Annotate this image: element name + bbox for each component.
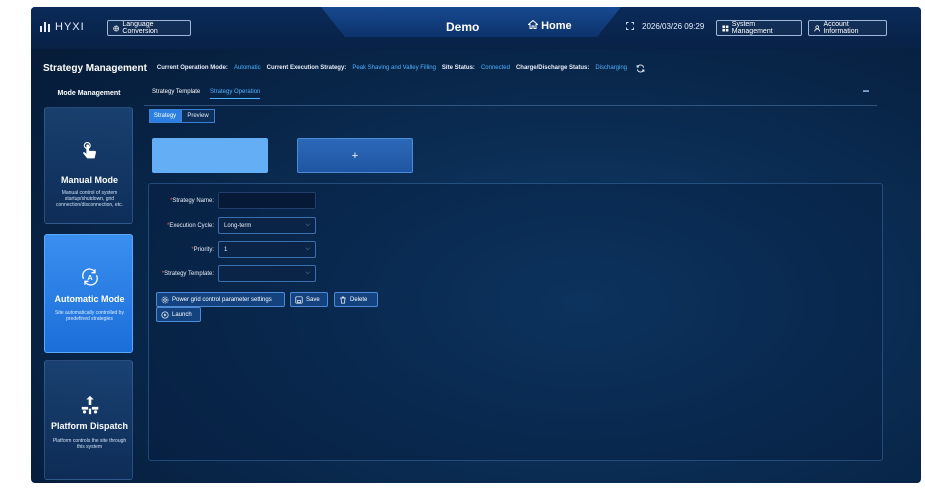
chevron-down-icon: ⌵ (305, 222, 310, 228)
datetime-display: 2026/03/26 09:29 (626, 22, 704, 31)
strategy-name-label-text: Strategy Name: (172, 197, 214, 204)
home-link[interactable]: Home (528, 20, 572, 32)
strategy-name-label: *Strategy Name: (139, 198, 218, 204)
execution-cycle-row: *Execution Cycle: Long-term ⌵ (139, 217, 316, 234)
strategy-template-row: *Strategy Template: ⌵ (139, 265, 316, 282)
operation-mode-value: Automatic (233, 65, 261, 71)
platform-dispatch-name: Platform Dispatch (50, 421, 128, 431)
automatic-mode-desc: Site automatically controlled by predefi… (55, 310, 124, 322)
auto-cycle-icon: A (82, 268, 98, 286)
priority-row: *Priority: 1 ⌵ (139, 241, 316, 258)
automatic-mode-name: Automatic Mode (54, 294, 125, 304)
language-conversion-button[interactable]: Language Conversion (107, 20, 191, 36)
fullscreen-icon[interactable] (626, 22, 634, 30)
strategy-template-label: *Strategy Template: (139, 271, 218, 277)
charge-status-value: Discharging (595, 65, 628, 71)
manual-mode-card[interactable]: Manual Mode Manual control of system sta… (44, 107, 133, 224)
strategy-tabs: Strategy Template Strategy Operation ▬ (144, 87, 877, 106)
account-information-label: Account Information (823, 21, 859, 35)
execution-cycle-label: *Execution Cycle: (139, 223, 218, 229)
status-bar: Strategy Management Current Operation Mo… (31, 57, 921, 79)
logo-text: HYXI (55, 21, 85, 33)
play-circle-icon (161, 310, 169, 319)
datetime-text: 2026/03/26 09:29 (642, 22, 705, 31)
delete-label: Delete (350, 296, 368, 303)
priority-select[interactable]: 1 ⌵ (218, 241, 316, 258)
refresh-icon[interactable] (636, 64, 645, 73)
site-status-value: Connected (480, 65, 510, 71)
brand-logo: HYXI (40, 21, 85, 33)
operation-mode-label: Current Operation Mode: (156, 65, 228, 71)
launch-label: Launch (172, 311, 192, 318)
tab-strategy-operation[interactable]: Strategy Operation (210, 89, 261, 99)
execution-strategy-value: Peak Shaving and Valley Filling (352, 65, 436, 71)
save-icon (295, 295, 303, 304)
strategy-name-input[interactable] (218, 192, 316, 209)
segment-strategy[interactable]: Strategy (149, 109, 181, 123)
strategy-template-label-text: Strategy Template: (164, 270, 214, 277)
execution-cycle-label-text: Execution Cycle: (169, 222, 214, 229)
execution-strategy-label: Current Execution Strategy: (266, 65, 347, 71)
platform-dispatch-card[interactable]: Platform Dispatch Platform controls the … (44, 360, 133, 480)
mode-sidebar: Mode Management Manual Mode Manual contr… (41, 87, 137, 483)
home-icon (528, 20, 538, 29)
globe-icon (113, 25, 120, 31)
strategy-card[interactable] (152, 138, 268, 173)
hand-pointer-icon (83, 142, 96, 159)
trash-icon (340, 296, 346, 304)
chevron-down-icon: ⌵ (305, 270, 310, 276)
priority-value: 1 (224, 246, 228, 253)
collapse-toggle-icon[interactable]: ▬ (855, 88, 877, 102)
add-strategy-button[interactable]: + (297, 138, 413, 173)
priority-label-text: Priority: (193, 246, 214, 253)
page-title: Strategy Management (43, 62, 147, 74)
manual-mode-desc: Manual control of system startup/shutdow… (56, 190, 123, 208)
site-status-label: Site Status: (441, 65, 475, 71)
app-screen: HYXI Language Conversion Demo Home 2026/… (31, 7, 921, 483)
charge-status-label: Charge/Discharge Status: (515, 65, 590, 71)
strategy-name-row: *Strategy Name: (139, 192, 316, 209)
gear-icon (161, 296, 169, 303)
segment-preview[interactable]: Preview (181, 109, 215, 123)
top-bar: HYXI Language Conversion Demo Home 2026/… (31, 7, 921, 49)
grid-settings-button[interactable]: Power grid control parameter settings (156, 292, 285, 307)
logo-mark-icon (40, 22, 50, 32)
priority-label: *Priority: (139, 247, 218, 253)
execution-cycle-value: Long-term (224, 222, 252, 229)
grid-menu-icon (722, 25, 729, 31)
launch-button[interactable]: Launch (156, 307, 201, 322)
system-management-button[interactable]: System Management (716, 20, 802, 36)
strategy-template-select[interactable]: ⌵ (218, 265, 316, 282)
delete-button[interactable]: Delete (334, 292, 378, 307)
chevron-down-icon: ⌵ (305, 246, 310, 252)
execution-cycle-select[interactable]: Long-term ⌵ (218, 217, 316, 234)
platform-dispatch-desc: Platform controls the site through this … (52, 438, 127, 450)
save-button[interactable]: Save (290, 292, 328, 307)
manual-mode-name: Manual Mode (60, 175, 118, 185)
home-label: Home (541, 20, 572, 32)
automatic-mode-card[interactable]: A Automatic Mode Site automatically cont… (44, 234, 133, 353)
save-label: Save (306, 296, 320, 303)
language-conversion-label: Language Conversion (122, 21, 158, 35)
grid-settings-label: Power grid control parameter settings (172, 296, 272, 303)
tab-strategy-template[interactable]: Strategy Template (152, 89, 200, 95)
user-icon (814, 24, 821, 31)
svg-text:A: A (87, 273, 93, 282)
system-management-label: System Management (731, 21, 773, 35)
site-title: Demo (446, 20, 480, 34)
mode-management-title: Mode Management (57, 90, 121, 97)
dispatch-icon (81, 395, 99, 415)
account-information-button[interactable]: Account Information (808, 20, 887, 36)
